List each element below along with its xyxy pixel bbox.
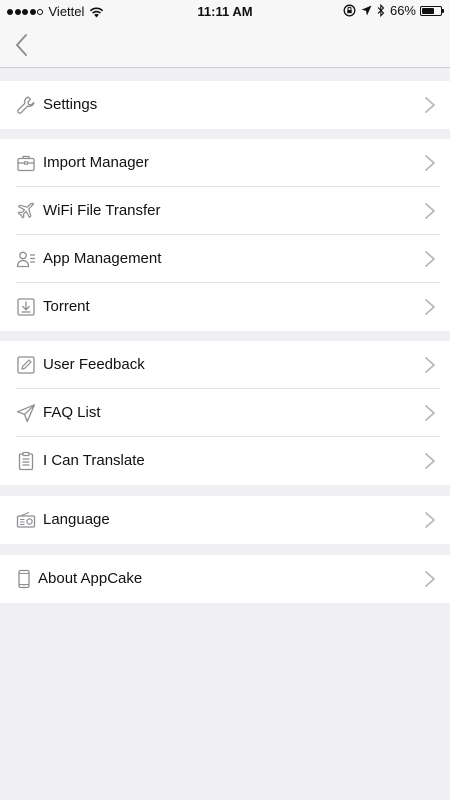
chevron-left-icon — [16, 34, 27, 56]
location-arrow-icon — [361, 5, 372, 16]
chevron-right-icon — [425, 97, 435, 113]
chevron-right-icon — [425, 453, 435, 469]
menu-item-import-manager[interactable]: Import Manager — [0, 139, 450, 187]
menu-item-label: User Feedback — [43, 356, 145, 373]
navigation-bar — [0, 22, 450, 68]
menu-item-i-can-translate[interactable]: I Can Translate — [0, 437, 450, 485]
menu-item-label: FAQ List — [43, 404, 101, 421]
menu-item-wifi-file-transfer[interactable]: WiFi File Transfer — [0, 187, 450, 235]
chevron-right-icon — [425, 299, 435, 315]
section-settings: Settings — [0, 81, 450, 129]
menu-item-app-management[interactable]: App Management — [0, 235, 450, 283]
menu-item-settings[interactable]: Settings — [0, 81, 450, 129]
radio-icon — [16, 511, 36, 528]
menu-item-label: I Can Translate — [43, 452, 145, 469]
airplane-icon — [17, 202, 35, 219]
section-support: User Feedback FAQ List I Can Translate — [0, 341, 450, 485]
paper-plane-icon — [16, 404, 36, 423]
pencil-icon — [17, 356, 35, 374]
menu-item-torrent[interactable]: Torrent — [0, 283, 450, 331]
wrench-icon — [17, 96, 35, 114]
section-about: About AppCake — [0, 555, 450, 603]
chevron-right-icon — [425, 203, 435, 219]
chevron-right-icon — [425, 512, 435, 528]
menu-item-label: About AppCake — [38, 570, 143, 587]
bluetooth-icon — [377, 4, 385, 17]
menu-item-label: App Management — [43, 250, 162, 267]
menu-item-label: Language — [43, 511, 110, 528]
menu-item-label: WiFi File Transfer — [43, 202, 161, 219]
back-button[interactable] — [12, 32, 34, 58]
section-tools: Import Manager WiFi File Transfer App Ma… — [0, 139, 450, 331]
menu-item-faq-list[interactable]: FAQ List — [0, 389, 450, 437]
battery-icon — [420, 5, 444, 16]
screen-lock-icon — [343, 4, 356, 17]
briefcase-icon — [17, 155, 35, 172]
menu-item-label: Settings — [43, 96, 98, 113]
menu-item-label: Torrent — [43, 298, 90, 315]
clipboard-icon — [18, 451, 34, 471]
user-list-icon — [16, 251, 35, 268]
menu-item-user-feedback[interactable]: User Feedback — [0, 341, 450, 389]
section-language: Language — [0, 496, 450, 544]
menu-item-label: Import Manager — [43, 154, 149, 171]
chevron-right-icon — [425, 405, 435, 421]
status-right: 66% — [343, 3, 444, 18]
status-bar: Viettel 11:11 AM 66% — [0, 0, 450, 22]
chevron-right-icon — [425, 251, 435, 267]
phone-icon — [18, 569, 30, 589]
battery-level — [422, 7, 434, 14]
chevron-right-icon — [425, 155, 435, 171]
menu-item-about-appcake[interactable]: About AppCake — [0, 555, 450, 603]
download-tray-icon — [17, 298, 35, 316]
battery-percent: 66% — [389, 3, 416, 18]
chevron-right-icon — [425, 357, 435, 373]
chevron-right-icon — [425, 571, 435, 587]
menu-item-language[interactable]: Language — [0, 496, 450, 544]
